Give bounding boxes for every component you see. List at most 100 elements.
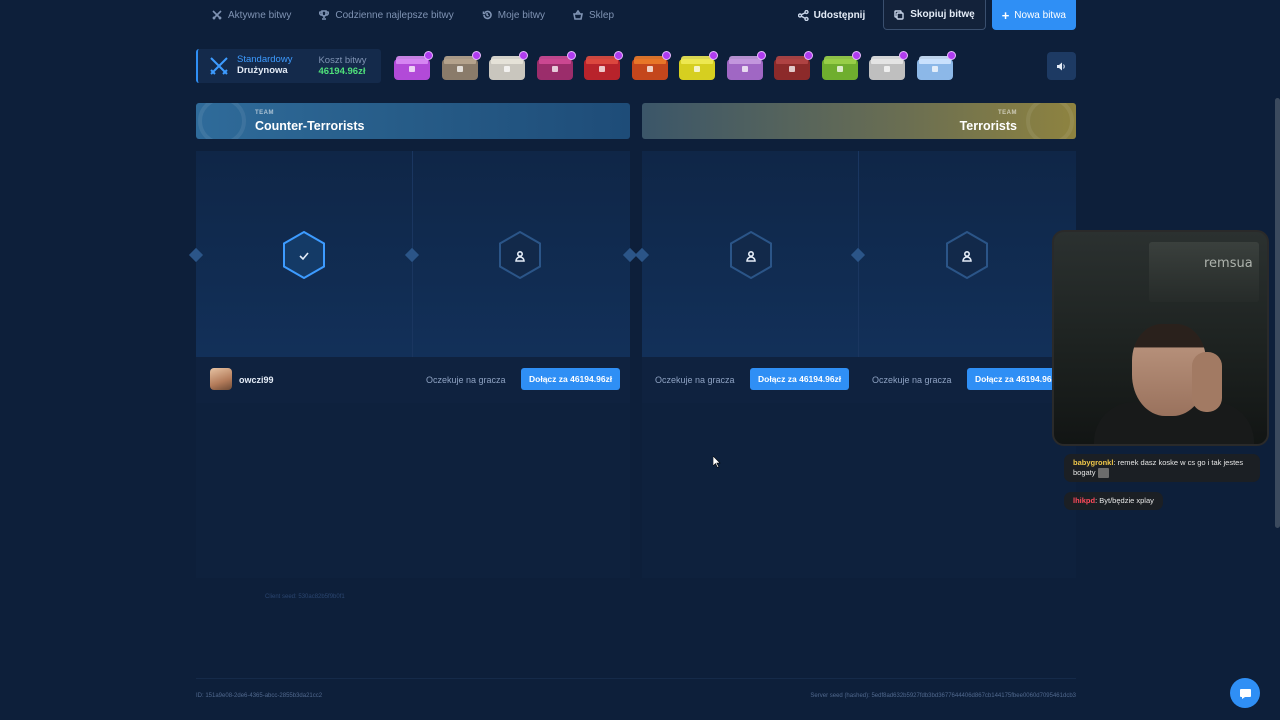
waiting-label: Oczekuje na gracza	[655, 375, 735, 385]
avatar[interactable]	[210, 368, 232, 390]
case-lid	[633, 56, 666, 64]
t-slots	[634, 151, 1076, 357]
chat-message: lhikpd: Byt/będzie xplay	[1064, 492, 1163, 510]
live-chat-button[interactable]	[1230, 678, 1260, 708]
sound-toggle-button[interactable]	[1047, 52, 1076, 80]
user-icon	[745, 249, 757, 262]
case-icon[interactable]	[726, 51, 766, 80]
case-lock	[741, 66, 748, 72]
nav-daily-best-battles[interactable]: Codzienne najlepsze bitwy	[319, 0, 454, 30]
case-badge-icon	[899, 51, 908, 60]
webcam-overlay: remsua	[1052, 230, 1269, 446]
case-icon[interactable]	[631, 51, 671, 80]
t-emblem-icon	[1026, 103, 1074, 139]
case-icon[interactable]	[394, 51, 433, 80]
nav-my-battles[interactable]: Moje bitwy	[482, 0, 545, 30]
emote-icon	[1097, 467, 1109, 478]
page-scrollbar[interactable]	[1275, 98, 1280, 528]
slot-ready-hex	[282, 231, 326, 279]
case-lock	[836, 66, 843, 72]
share-button[interactable]: Udostępnij	[786, 0, 878, 30]
case-icon[interactable]	[536, 51, 576, 80]
nav-actions: Udostępnij Skopiuj bitwę + Nowa bitwa	[786, 0, 1076, 30]
battle-id[interactable]: ID: 151a9e08-2de6-4365-abcc-2855b3da21cc…	[196, 693, 322, 699]
waiting-label: Oczekuje na gracza	[426, 375, 506, 385]
team-header-t: TEAM Terrorists	[642, 103, 1076, 139]
speaker-icon	[1057, 62, 1065, 70]
client-seed: Client seed: 530ac82b5f9b0f1	[265, 594, 345, 600]
diamond-marker	[404, 247, 420, 263]
battle-cost-label: Koszt bitwy	[318, 54, 367, 66]
case-lock	[884, 66, 890, 72]
footer-divider	[196, 678, 1076, 679]
case-lid	[871, 56, 903, 64]
diamond-marker	[188, 247, 204, 263]
case-badge-icon	[851, 51, 861, 60]
case-badge-icon	[709, 51, 718, 60]
case-lock	[694, 66, 700, 72]
top-nav: Aktywne bitwy Codzienne najlepsze bitwy …	[196, 0, 1076, 30]
case-badge-icon	[756, 51, 766, 60]
chat-message: babygronkl: remek dasz koske w cs go i t…	[1064, 454, 1260, 482]
case-icon[interactable]	[584, 51, 623, 80]
user-icon	[514, 249, 526, 262]
case-icon[interactable]	[916, 51, 956, 80]
case-lid	[443, 56, 476, 64]
nav-active-battles[interactable]: Aktywne bitwy	[212, 0, 291, 30]
new-battle-button[interactable]: + Nowa bitwa	[991, 0, 1076, 30]
ct-drops-area	[196, 403, 630, 578]
case-badge-icon	[946, 51, 956, 60]
player-name[interactable]: owczi99	[239, 375, 274, 385]
case-icon[interactable]	[679, 51, 718, 80]
case-lock	[504, 66, 510, 72]
ct-emblem-icon	[198, 103, 246, 139]
case-icon[interactable]	[489, 51, 528, 80]
nav-shop[interactable]: Sklep	[573, 0, 614, 30]
case-lid	[586, 56, 618, 64]
case-lock	[646, 66, 653, 72]
battle-mode-name: Drużynowa	[237, 65, 288, 76]
battle-cost-value: 46194.96zł	[318, 66, 366, 77]
chat-bubble-icon	[1239, 688, 1251, 699]
case-icon[interactable]	[869, 51, 908, 80]
case-badge-icon	[661, 51, 671, 60]
share-icon	[797, 9, 809, 21]
battle-mode-card: Standardowy Drużynowa Koszt bitwy 46194.…	[196, 49, 381, 83]
case-icon[interactable]	[821, 51, 861, 80]
ct-slots	[188, 151, 638, 357]
join-button[interactable]: Dołącz za 46194.96zł	[750, 368, 850, 390]
join-button[interactable]: Dołącz za 46194.96zł	[521, 368, 621, 390]
case-lock	[456, 66, 463, 72]
server-seed[interactable]: Server seed (hashed): 5edf8ad632b5927fdb…	[810, 693, 1076, 699]
battle-info-bar: Standardowy Drużynowa Koszt bitwy 46194.…	[196, 49, 1076, 83]
copy-battle-button[interactable]: Skopiuj bitwę	[883, 0, 986, 30]
streamer-hand	[1192, 352, 1222, 412]
webcam-sign: remsua	[1204, 256, 1253, 271]
check-icon	[298, 249, 310, 261]
case-lid	[918, 56, 951, 64]
slot-empty-hex	[498, 231, 542, 279]
diamond-marker	[634, 247, 650, 263]
ct-player-row: owczi99 Oczekuje na gracza Dołącz za 461…	[196, 357, 630, 403]
case-lock	[551, 66, 558, 72]
team-name-ct: Counter-Terrorists	[255, 119, 365, 133]
case-badge-icon	[566, 51, 576, 60]
case-lid	[681, 56, 713, 64]
case-lock	[789, 66, 795, 72]
case-lid	[728, 56, 761, 64]
swords-icon	[212, 10, 222, 20]
t-player-row: Oczekuje na gracza Dołącz za 46194.96zł …	[642, 357, 1076, 403]
diamond-marker	[850, 247, 866, 263]
slot-empty-hex	[729, 231, 773, 279]
case-badge-icon	[471, 51, 481, 60]
case-lock	[599, 66, 605, 72]
case-lid	[491, 56, 523, 64]
case-icon[interactable]	[774, 51, 813, 80]
case-lock	[931, 66, 938, 72]
crossed-swords-icon	[208, 55, 230, 77]
webcam-background	[1149, 242, 1259, 302]
case-list	[394, 50, 956, 82]
case-icon[interactable]	[441, 51, 481, 80]
copy-icon	[894, 9, 904, 20]
case-badge-icon	[424, 51, 433, 60]
